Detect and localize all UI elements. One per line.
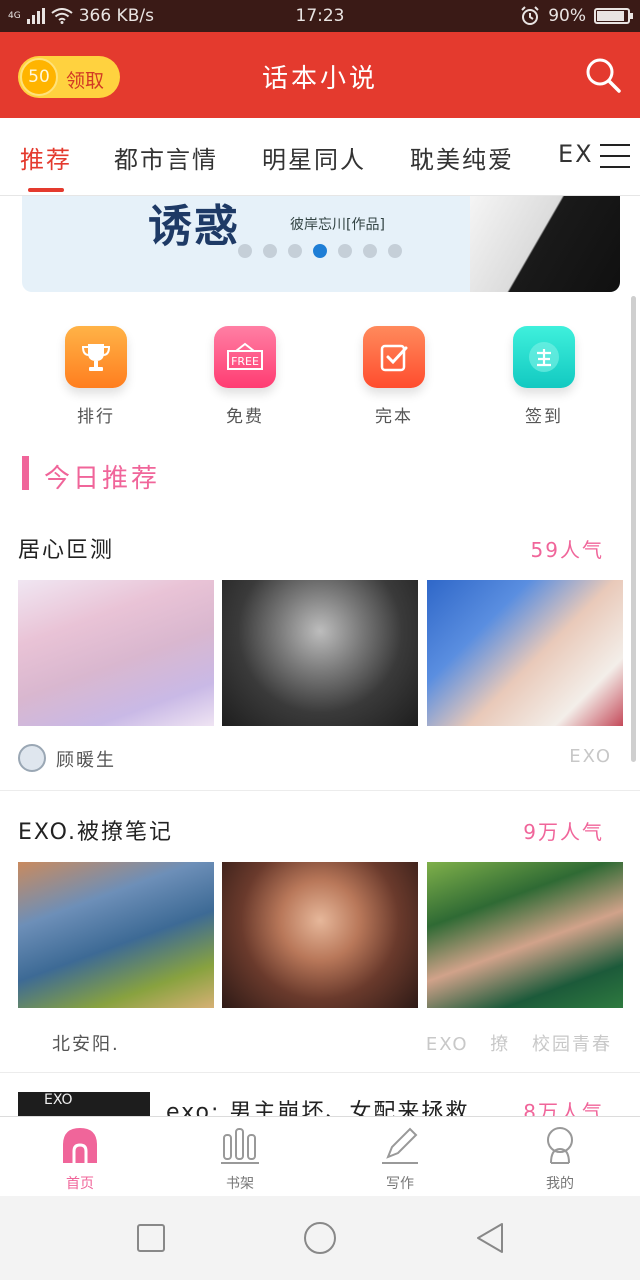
- signin-icon: [513, 326, 575, 388]
- carousel-dots: [238, 244, 402, 258]
- tab-recommend[interactable]: 推荐: [20, 140, 72, 175]
- scrollbar[interactable]: [631, 296, 636, 762]
- book-title[interactable]: EXO.被撩笔记: [18, 814, 173, 846]
- book-cover-image[interactable]: [18, 862, 214, 1008]
- carousel-dot[interactable]: [313, 244, 327, 258]
- quick-completed-label: 完本: [375, 407, 413, 427]
- battery-percent: 90%: [548, 6, 586, 26]
- search-icon[interactable]: [584, 56, 622, 94]
- app-title: 话本小说: [261, 64, 378, 94]
- tab-bl[interactable]: 耽美纯爱: [410, 140, 514, 175]
- avatar: [18, 744, 46, 772]
- quick-completed[interactable]: 完本: [334, 326, 454, 427]
- carousel-dot[interactable]: [288, 244, 302, 258]
- banner-title: 诱惑: [148, 201, 240, 252]
- status-right: 90%: [520, 6, 633, 26]
- bookshelf-icon: [221, 1128, 259, 1164]
- book-author[interactable]: 北安阳.: [52, 1030, 120, 1056]
- nav-home-label: 首页: [66, 1176, 94, 1192]
- tab-celebrity-fanfic[interactable]: 明星同人: [262, 140, 366, 175]
- bottom-nav: 首页 书架 写作 我的: [0, 1116, 640, 1196]
- category-tabs: 推荐 都市言情 明星同人 耽美纯爱 EX: [0, 118, 640, 196]
- book-popularity: 59人气: [530, 538, 604, 562]
- book-author[interactable]: 顾暖生: [56, 746, 116, 772]
- trophy-icon: [65, 326, 127, 388]
- free-icon: FREE: [214, 326, 276, 388]
- book-pop-clip: 8万人气: [523, 1096, 604, 1116]
- nav-write[interactable]: 写作: [350, 1125, 450, 1193]
- divider: [0, 790, 640, 791]
- book-title[interactable]: exo: 男主崩坏、女配来拯救: [166, 1094, 496, 1116]
- app-header: 50 领取 话本小说: [0, 32, 640, 118]
- quick-signin[interactable]: 签到: [484, 326, 604, 427]
- book-cover-image[interactable]: [427, 862, 623, 1008]
- section-marker: [22, 456, 29, 490]
- status-bar: 4G 366 KB/s 17:23 90%: [0, 0, 640, 32]
- tab-active-indicator: [28, 188, 64, 192]
- nav-home[interactable]: 首页: [30, 1125, 130, 1193]
- book-cover-image[interactable]: [18, 580, 214, 726]
- quick-free[interactable]: FREE 免费: [185, 326, 305, 427]
- banner-author: 彼岸忘川[作品]: [290, 217, 385, 233]
- banner-carousel[interactable]: 诱惑 彼岸忘川[作品]: [22, 196, 620, 292]
- nav-bookshelf[interactable]: 书架: [190, 1125, 290, 1193]
- book-popularity: 8万人气: [523, 1100, 604, 1116]
- battery-icon: [594, 8, 633, 24]
- carousel-dot[interactable]: [388, 244, 402, 258]
- carousel-dot[interactable]: [363, 244, 377, 258]
- tab-exo[interactable]: EX: [558, 140, 594, 168]
- carousel-dot[interactable]: [238, 244, 252, 258]
- quick-ranking-label: 排行: [77, 407, 115, 427]
- section-title: 今日推荐: [44, 464, 161, 494]
- profile-icon: [547, 1127, 573, 1164]
- back-icon[interactable]: [472, 1220, 508, 1256]
- menu-icon[interactable]: [600, 144, 630, 170]
- quick-ranking[interactable]: 排行: [36, 326, 156, 427]
- check-icon: [363, 326, 425, 388]
- cover-text: EXO: [44, 1092, 73, 1108]
- quick-free-label: 免费: [226, 407, 264, 427]
- book-cover-image[interactable]: [222, 862, 418, 1008]
- book-tags: EXO 撩 校园青春: [425, 1034, 612, 1055]
- book-cover-image[interactable]: [427, 580, 623, 726]
- nav-write-label: 写作: [386, 1176, 414, 1192]
- quick-signin-label: 签到: [525, 407, 563, 427]
- system-nav-bar: [0, 1196, 640, 1280]
- tab-urban-romance[interactable]: 都市言情: [114, 140, 218, 175]
- home-icon: [63, 1128, 97, 1163]
- nav-profile-label: 我的: [546, 1176, 574, 1192]
- book-cover-image[interactable]: EXO: [18, 1092, 150, 1116]
- carousel-dot[interactable]: [338, 244, 352, 258]
- book-popularity: 9万人气: [523, 820, 604, 844]
- nav-profile[interactable]: 我的: [510, 1125, 610, 1193]
- divider: [0, 1072, 640, 1073]
- pen-icon: [382, 1127, 418, 1164]
- nav-bookshelf-label: 书架: [226, 1176, 254, 1192]
- home-button-icon[interactable]: [302, 1220, 338, 1256]
- banner-illustration: [470, 196, 620, 292]
- recent-apps-icon[interactable]: [133, 1220, 169, 1256]
- book-cover-image[interactable]: [222, 580, 418, 726]
- book-title-clip: exo: 男主崩坏、女配来拯救: [166, 1094, 496, 1116]
- battery-fill: [597, 11, 624, 21]
- book-tags: EXO: [569, 746, 612, 767]
- alarm-icon: [521, 6, 539, 25]
- svg-text:FREE: FREE: [231, 355, 259, 368]
- carousel-dot[interactable]: [263, 244, 277, 258]
- book-title[interactable]: 居心叵测: [18, 532, 114, 564]
